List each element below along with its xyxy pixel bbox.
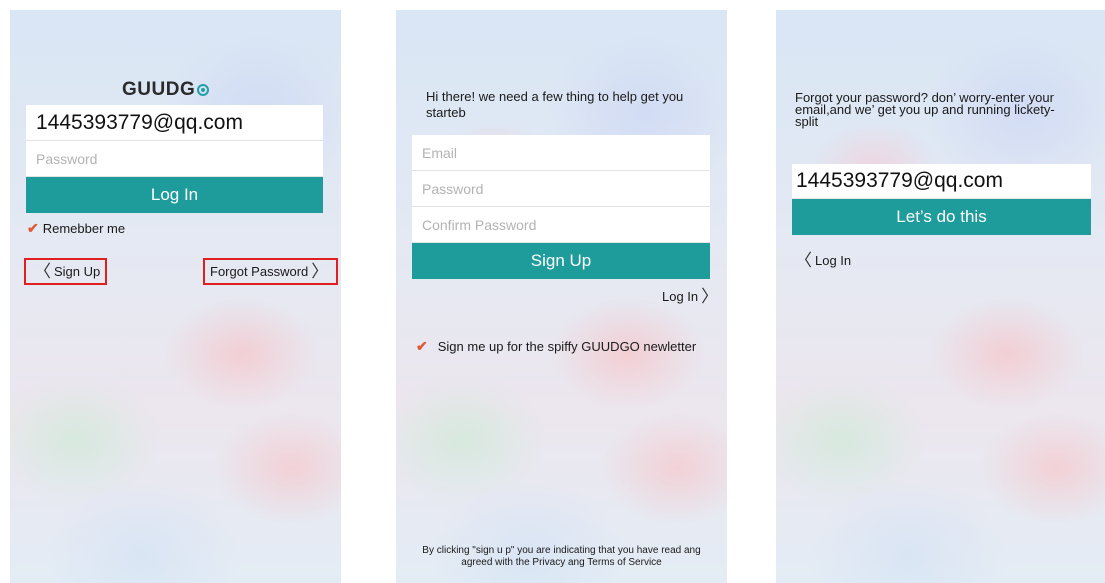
newsletter-checkbox[interactable]: ✔ Sign me up for the spiffy GUUDGO newle…: [416, 338, 696, 355]
remember-me-label: Remebber me: [42, 221, 126, 236]
check-icon: ✔: [27, 220, 39, 236]
signup-screen: Hi there! we need a few thing to help ge…: [396, 10, 727, 583]
chevron-left-icon: 〈: [795, 251, 812, 270]
signup-link[interactable]: 〈 Sign Up: [24, 258, 108, 285]
email-field[interactable]: 1445393779@qq.com: [26, 105, 323, 141]
confirm-password-input[interactable]: [412, 207, 710, 242]
email-input[interactable]: [412, 135, 710, 170]
check-icon: ✔: [416, 338, 428, 354]
forgot-intro-line-3: split: [795, 114, 819, 129]
forgot-password-label: Forgot Password: [210, 264, 309, 279]
terms-line-1: By clicking "sign u p" you are indicatin…: [422, 545, 701, 556]
login-link-label: Log In: [662, 289, 699, 304]
password-field[interactable]: [412, 171, 710, 207]
signup-intro: Hi there! we need a few thing to help ge…: [426, 89, 684, 120]
newsletter-label: Sign me up for the spiffy GUUDGO newlett…: [437, 339, 697, 354]
password-input[interactable]: [412, 171, 710, 206]
remember-me-checkbox[interactable]: ✔ Remebber me: [27, 220, 125, 237]
terms-notice: By clicking "sign u p" you are indicatin…: [396, 545, 727, 569]
login-screen: GUUDG 1445393779@qq.com Log In ✔ Remebbe…: [10, 10, 341, 583]
email-value: 1445393779@qq.com: [36, 110, 243, 134]
login-link[interactable]: 〈 Log In: [792, 252, 851, 269]
password-input[interactable]: [26, 141, 323, 176]
email-field[interactable]: 1445393779@qq.com: [792, 164, 1091, 199]
submit-button[interactable]: Let’s do this: [792, 199, 1091, 235]
login-link-label: Log In: [815, 253, 852, 268]
chevron-right-icon: 〉: [311, 262, 329, 281]
terms-line-2: agreed with the Privacy ang Terms of Ser…: [461, 557, 662, 568]
chevron-right-icon: 〉: [701, 287, 719, 306]
forgot-password-link[interactable]: Forgot Password 〉: [203, 258, 339, 285]
guudgo-logo: GUUDG: [122, 79, 210, 101]
forgot-password-screen: Forgot your password? don’ worry-enter y…: [776, 10, 1105, 583]
email-value: 1445393779@qq.com: [796, 169, 1003, 192]
login-button[interactable]: Log In: [26, 177, 323, 213]
forgot-intro: Forgot your password? don’ worry-enter y…: [795, 91, 1095, 129]
forgot-intro-line-2: email,and we’ get you up and running lic…: [795, 102, 1055, 117]
chevron-left-icon: 〈: [34, 262, 51, 281]
login-link[interactable]: Log In 〉: [662, 288, 721, 305]
password-field[interactable]: [26, 141, 323, 177]
logo-ring-icon: [197, 84, 210, 96]
signup-link-label: Sign Up: [54, 264, 101, 279]
signup-button[interactable]: Sign Up: [412, 243, 710, 279]
email-field[interactable]: [412, 135, 710, 171]
confirm-password-field[interactable]: [412, 207, 710, 243]
